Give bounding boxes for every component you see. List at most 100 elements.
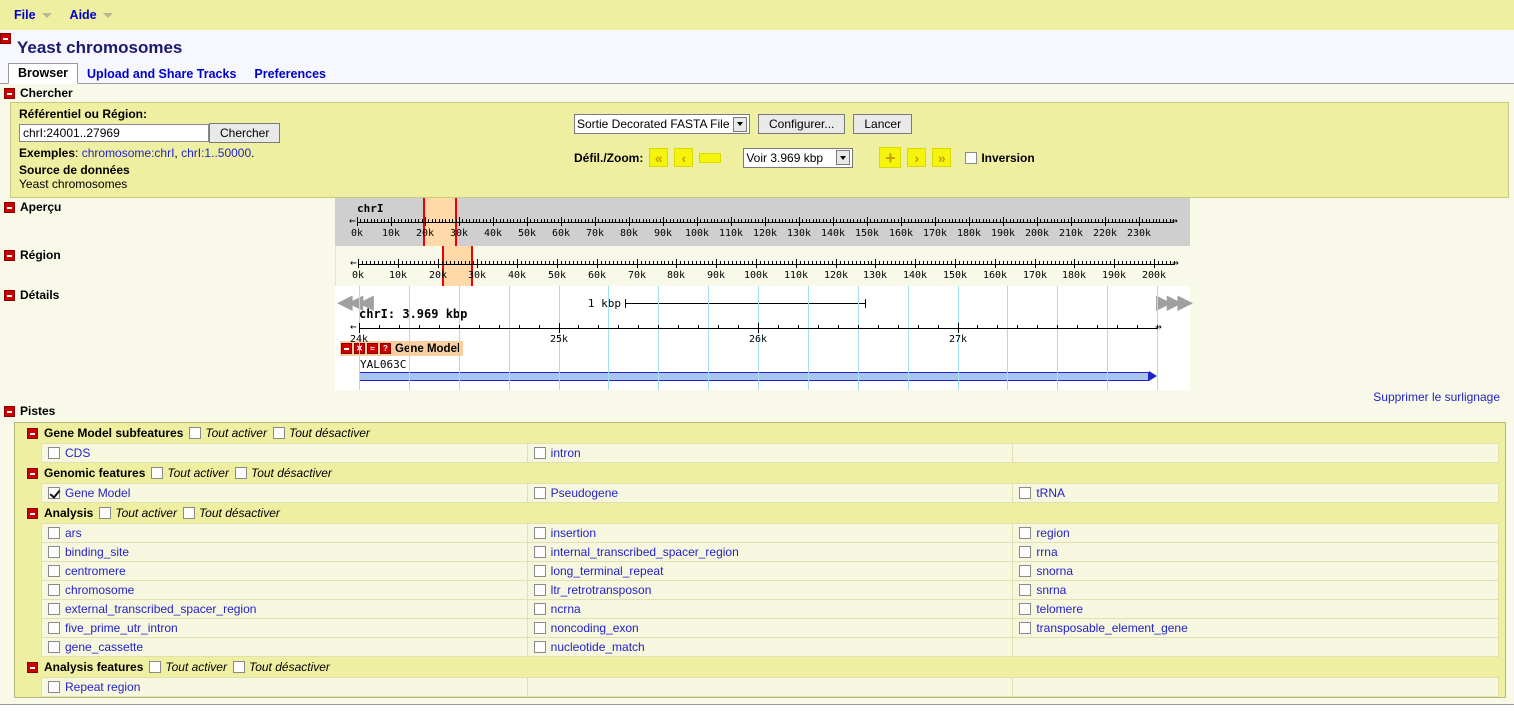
scroll-far-right-button[interactable]: » — [932, 148, 952, 167]
chevron-down-icon[interactable] — [102, 13, 113, 18]
collapse-pistes-icon[interactable] — [4, 405, 15, 417]
track-checkbox-chromosome[interactable] — [48, 584, 60, 596]
search-input[interactable] — [19, 124, 209, 142]
example-link-chromosome[interactable]: chromosome:chrI — [82, 146, 175, 160]
track-checkbox-five-prime-utr-intron[interactable] — [48, 622, 60, 634]
track-link-ncrna[interactable]: ncrna — [551, 602, 581, 616]
collapse-details-icon[interactable] — [4, 289, 15, 301]
track-help-icon[interactable]: ? — [380, 343, 391, 354]
track-link-noncoding-exon[interactable]: noncoding_exon — [551, 621, 639, 635]
track-link-external-transcribed-spacer-region[interactable]: external_transcribed_spacer_region — [65, 602, 256, 616]
track-checkbox-external-transcribed-spacer-region[interactable] — [48, 603, 60, 615]
clear-highlight-link[interactable]: Supprimer le surlignage — [1373, 390, 1500, 404]
track-link-gene-model[interactable]: Gene Model — [65, 486, 130, 500]
collapse-chercher-icon[interactable] — [4, 87, 15, 99]
track-link-ars[interactable]: ars — [65, 526, 82, 540]
track-checkbox-pseudogene[interactable] — [533, 487, 546, 499]
track-link-snorna[interactable]: snorna — [1036, 564, 1073, 578]
track-link-internal-transcribed-spacer-region[interactable]: internal_transcribed_spacer_region — [551, 545, 739, 559]
track-link-repeat-region[interactable]: Repeat region — [65, 680, 140, 694]
track-checkbox-ars[interactable] — [48, 527, 60, 539]
example-link-range[interactable]: chrI:1..50000 — [181, 146, 251, 160]
track-link-cds[interactable]: CDS — [65, 446, 90, 460]
scroll-left-button[interactable]: ‹ — [674, 148, 694, 167]
disable-all-checkbox[interactable] — [232, 661, 245, 673]
configure-button[interactable]: Configurer... — [758, 114, 846, 134]
track-link-five-prime-utr-intron[interactable]: five_prime_utr_intron — [65, 621, 178, 635]
tab-browser[interactable]: Browser — [8, 63, 79, 84]
collapse-title-icon[interactable] — [0, 33, 11, 44]
track-group-collapse-icon[interactable] — [27, 661, 38, 673]
go-button[interactable]: Lancer — [853, 114, 913, 134]
track-checkbox-centromere[interactable] — [48, 565, 60, 577]
track-link-telomere[interactable]: telomere — [1036, 602, 1083, 616]
track-checkbox-binding-site[interactable] — [48, 546, 60, 558]
track-link-pseudogene[interactable]: Pseudogene — [551, 486, 618, 500]
track-checkbox-ltr-retrotransposon[interactable] — [533, 584, 546, 596]
scroll-far-left-button[interactable]: « — [649, 148, 669, 167]
scroll-right-button[interactable]: › — [907, 148, 927, 167]
track-link-centromere[interactable]: centromere — [65, 564, 126, 578]
track-checkbox-gene-cassette[interactable] — [48, 641, 60, 653]
disable-all-checkbox[interactable] — [182, 507, 195, 519]
track-link-intron[interactable]: intron — [551, 446, 581, 460]
output-format-select[interactable]: Sortie Decorated FASTA File — [574, 114, 750, 134]
track-checkbox-intron[interactable] — [533, 447, 546, 459]
zoom-out-button[interactable] — [699, 152, 722, 163]
track-link-ltr-retrotransposon[interactable]: ltr_retrotransposon — [551, 583, 652, 597]
overview-ruler-image[interactable]: chrI ← → 0k 10k 20k 30k 40k 50k 60k 70k 80k 90k 100k… — [335, 198, 1190, 246]
enable-all-checkbox[interactable] — [149, 661, 162, 673]
track-checkbox-cds[interactable] — [48, 447, 60, 459]
track-group-collapse-icon[interactable] — [27, 427, 38, 439]
track-checkbox-ncrna[interactable] — [533, 603, 546, 615]
collapse-region-icon[interactable] — [4, 249, 15, 261]
track-checkbox-region[interactable] — [1019, 527, 1032, 539]
track-link-transposable-element-gene[interactable]: transposable_element_gene — [1036, 621, 1187, 635]
region-ruler-image[interactable]: ← → 0k 10k 20k 30k 40k 50k 60k 70k 80k 90k 100k 110k 1… — [335, 246, 1190, 286]
track-checkbox-insertion[interactable] — [533, 527, 546, 539]
track-checkbox-nucleotide-match[interactable] — [533, 641, 546, 653]
zoom-level-select[interactable]: Voir 3.969 kbp — [743, 147, 854, 168]
track-checkbox-transposable-element-gene[interactable] — [1019, 622, 1032, 634]
track-checkbox-noncoding-exon[interactable] — [533, 622, 546, 634]
track-link-region[interactable]: region — [1036, 526, 1069, 540]
flip-checkbox[interactable] — [965, 151, 978, 164]
enable-all-checkbox[interactable] — [189, 427, 202, 439]
track-checkbox-telomere[interactable] — [1019, 603, 1032, 615]
track-checkbox-repeat-region[interactable] — [48, 681, 60, 693]
search-button[interactable]: Chercher — [209, 123, 281, 143]
menu-item-file[interactable]: File — [10, 6, 40, 24]
collapse-apercu-icon[interactable] — [4, 201, 15, 213]
track-checkbox-long-terminal-repeat[interactable] — [533, 565, 546, 577]
track-checkbox-gene-model[interactable] — [48, 487, 60, 499]
track-link-binding-site[interactable]: binding_site — [65, 545, 129, 559]
track-checkbox-trna[interactable] — [1019, 487, 1032, 499]
disable-all-checkbox[interactable] — [272, 427, 285, 439]
track-checkbox-snorna[interactable] — [1019, 565, 1032, 577]
chevron-down-icon[interactable] — [41, 13, 52, 18]
track-link-gene-cassette[interactable]: gene_cassette — [65, 640, 143, 654]
pan-right-icon[interactable]: ▶▶▶ — [1156, 289, 1193, 315]
track-link-chromosome[interactable]: chromosome — [65, 583, 134, 597]
gene-feature-bar[interactable] — [359, 372, 1149, 381]
enable-all-checkbox[interactable] — [151, 467, 164, 479]
track-link-nucleotide-match[interactable]: nucleotide_match — [551, 640, 645, 654]
zoom-in-button[interactable]: + — [879, 147, 902, 168]
menu-item-aide[interactable]: Aide — [66, 6, 101, 24]
track-link-snrna[interactable]: snrna — [1036, 583, 1066, 597]
track-group-collapse-icon[interactable] — [27, 467, 38, 479]
enable-all-checkbox[interactable] — [99, 507, 112, 519]
disable-all-checkbox[interactable] — [234, 467, 247, 479]
track-share-icon[interactable]: ≈ — [367, 343, 378, 354]
track-link-insertion[interactable]: insertion — [551, 526, 596, 540]
tab-preferences[interactable]: Preferences — [245, 65, 335, 84]
track-link-rrna[interactable]: rrna — [1036, 545, 1057, 559]
track-group-collapse-icon[interactable] — [27, 507, 38, 519]
details-track-image[interactable]: ◀◀◀ ▶▶▶ chrI: 3.969 kbp 1 kbp ✕ ≈ ? Gene… — [335, 286, 1193, 390]
track-checkbox-snrna[interactable] — [1019, 584, 1032, 596]
track-checkbox-rrna[interactable] — [1019, 546, 1032, 558]
track-link-trna[interactable]: tRNA — [1036, 486, 1065, 500]
track-link-long-terminal-repeat[interactable]: long_terminal_repeat — [551, 564, 664, 578]
tab-upload-and-share-tracks[interactable]: Upload and Share Tracks — [78, 65, 245, 84]
track-checkbox-internal-transcribed-spacer-region[interactable] — [533, 546, 546, 558]
